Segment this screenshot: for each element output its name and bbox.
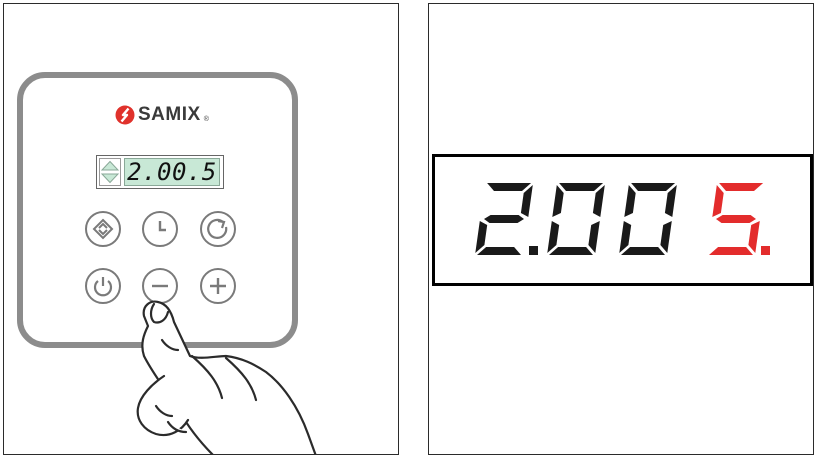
plus-icon	[210, 278, 226, 294]
power-icon	[93, 277, 113, 297]
segment-a	[487, 183, 532, 191]
segment-g	[484, 215, 524, 223]
seven-segment-display	[432, 154, 813, 286]
segment-a	[631, 183, 676, 191]
registered-mark: ®	[203, 115, 209, 123]
seven-segment-digits	[475, 183, 770, 255]
plus-button[interactable]	[200, 268, 236, 304]
segment-f	[552, 185, 564, 217]
minus-button[interactable]	[142, 268, 178, 304]
segment-c	[588, 221, 600, 253]
up-down-arrows-icon	[99, 158, 121, 186]
segment-d	[549, 247, 593, 255]
segment-digit-2	[547, 183, 605, 255]
zoomed-display-frame	[428, 3, 814, 455]
clock-icon	[158, 221, 166, 232]
power-button[interactable]	[85, 268, 121, 304]
control-panel: SAMIX ® 2.00.5	[17, 72, 298, 348]
lcd-display: 2.00.5	[96, 155, 224, 189]
segment-g	[716, 215, 756, 223]
lcd-screen: 2.00.5	[124, 158, 220, 186]
decimal-point-4	[761, 246, 770, 255]
brand-name: SAMIX	[138, 104, 201, 125]
segment-f	[712, 185, 724, 217]
minus-icon	[152, 284, 168, 288]
circular-arrow-icon	[207, 218, 228, 239]
samix-logo-icon	[115, 105, 135, 125]
lcd-reading: 2.00.5	[127, 158, 217, 186]
controller-illustration-frame: SAMIX ® 2.00.5	[3, 3, 399, 455]
brand-logo: SAMIX ®	[115, 103, 209, 127]
segment-c	[660, 221, 672, 253]
segment-digit-3	[619, 183, 677, 255]
segment-d	[477, 247, 521, 255]
clock-button[interactable]	[142, 211, 178, 247]
segment-digit-4	[709, 183, 764, 255]
segment-d	[621, 247, 665, 255]
segment-f	[624, 185, 636, 217]
segment-digit-1	[475, 183, 533, 255]
mode-button[interactable]	[85, 211, 121, 247]
segment-d	[709, 247, 753, 255]
up-down-chevron-icon	[92, 218, 114, 240]
segment-c	[748, 221, 760, 253]
refresh-button[interactable]	[200, 211, 236, 247]
segment-a	[719, 183, 764, 191]
decimal-point-1	[529, 246, 538, 255]
segment-a	[559, 183, 604, 191]
